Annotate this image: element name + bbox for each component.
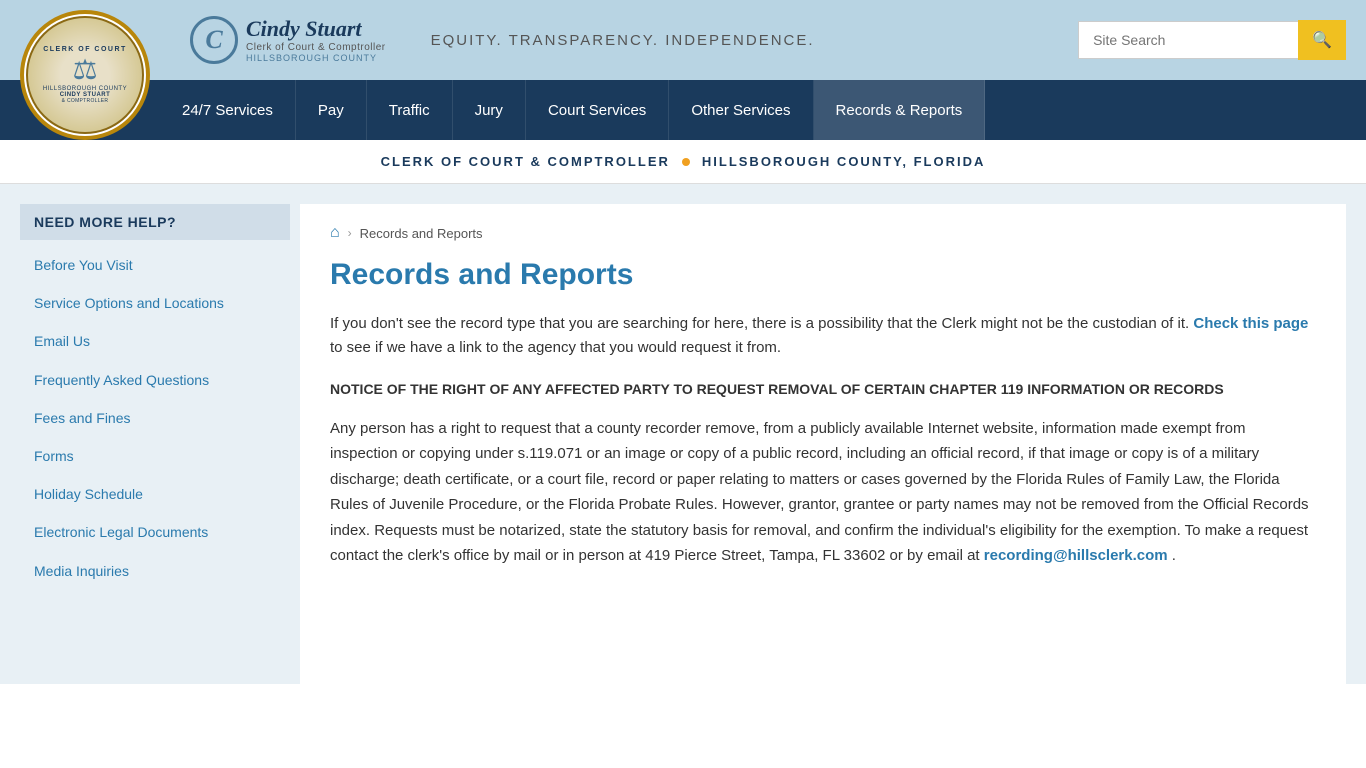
main-content: ⌂ › Records and Reports Records and Repo… xyxy=(300,204,1346,684)
nav-item-records-reports[interactable]: Records & Reports xyxy=(814,80,986,140)
email-link[interactable]: recording@hillsclerk.com xyxy=(984,547,1168,564)
sidebar-item-before-you-visit[interactable]: Before You Visit xyxy=(20,246,290,284)
breadcrumb-home[interactable]: ⌂ xyxy=(330,224,340,242)
sidebar-item-media-inquiries[interactable]: Media Inquiries xyxy=(20,552,290,590)
brand-logo: C Cindy Stuart Clerk of Court & Comptrol… xyxy=(190,16,386,64)
sidebar-item-fees-fines[interactable]: Fees and Fines xyxy=(20,399,290,437)
brand-c-icon: C xyxy=(190,16,238,64)
header-brand: C Cindy Stuart Clerk of Court & Comptrol… xyxy=(190,16,815,64)
intro-paragraph: If you don't see the record type that yo… xyxy=(330,312,1316,360)
breadcrumb: ⌂ › Records and Reports xyxy=(330,224,1316,242)
sub-header-dot xyxy=(682,158,690,166)
nav-item-traffic[interactable]: Traffic xyxy=(367,80,453,140)
body-text-content: Any person has a right to request that a… xyxy=(330,420,1309,565)
nav-item-jury[interactable]: Jury xyxy=(453,80,526,140)
search-button[interactable]: 🔍 xyxy=(1298,20,1346,60)
body-text-end: . xyxy=(1172,547,1176,564)
logo-circle: CLERK OF COURT ⚖ HILLSBOROUGH COUNTY CIN… xyxy=(20,10,150,140)
main-layout: NEED MORE HELP? Before You Visit Service… xyxy=(0,184,1366,684)
sidebar-item-faq[interactable]: Frequently Asked Questions xyxy=(20,361,290,399)
header-top: CLERK OF COURT ⚖ HILLSBOROUGH COUNTY CIN… xyxy=(0,0,1366,80)
logo-figure: ⚖ xyxy=(72,53,97,86)
nav-item-other-services[interactable]: Other Services xyxy=(669,80,813,140)
sidebar-item-forms[interactable]: Forms xyxy=(20,437,290,475)
brand-name: Cindy Stuart Clerk of Court & Comptrolle… xyxy=(246,17,386,62)
sidebar-item-service-options[interactable]: Service Options and Locations xyxy=(20,284,290,322)
sidebar-title: NEED MORE HELP? xyxy=(20,204,290,240)
sub-header: CLERK OF COURT & COMPTROLLER HILLSBOROUG… xyxy=(0,140,1366,184)
nav-item-pay[interactable]: Pay xyxy=(296,80,367,140)
check-this-page-link[interactable]: Check this page xyxy=(1193,315,1308,332)
search-input[interactable] xyxy=(1078,21,1298,59)
main-nav: 24/7 Services Pay Traffic Jury Court Ser… xyxy=(0,80,1366,140)
sidebar-item-holiday-schedule[interactable]: Holiday Schedule xyxy=(20,475,290,513)
body-text: Any person has a right to request that a… xyxy=(330,416,1316,569)
breadcrumb-separator: › xyxy=(348,226,352,240)
breadcrumb-current: Records and Reports xyxy=(360,226,483,241)
sidebar-item-electronic-legal[interactable]: Electronic Legal Documents xyxy=(20,513,290,551)
nav-item-court-services[interactable]: Court Services xyxy=(526,80,669,140)
intro-text-after: to see if we have a link to the agency t… xyxy=(330,339,781,356)
sidebar-item-email-us[interactable]: Email Us xyxy=(20,322,290,360)
intro-text-before: If you don't see the record type that yo… xyxy=(330,315,1189,332)
header-search: 🔍 xyxy=(1078,20,1346,60)
notice-title: NOTICE OF THE RIGHT OF ANY AFFECTED PART… xyxy=(330,380,1316,400)
sub-header-left: CLERK OF COURT & COMPTROLLER xyxy=(381,154,670,169)
sub-header-right: HILLSBOROUGH COUNTY, FLORIDA xyxy=(702,154,986,169)
page-title: Records and Reports xyxy=(330,258,1316,292)
sidebar: NEED MORE HELP? Before You Visit Service… xyxy=(0,184,290,684)
nav-item-247[interactable]: 24/7 Services xyxy=(160,80,296,140)
header-tagline: EQUITY. TRANSPARENCY. INDEPENDENCE. xyxy=(431,32,815,49)
